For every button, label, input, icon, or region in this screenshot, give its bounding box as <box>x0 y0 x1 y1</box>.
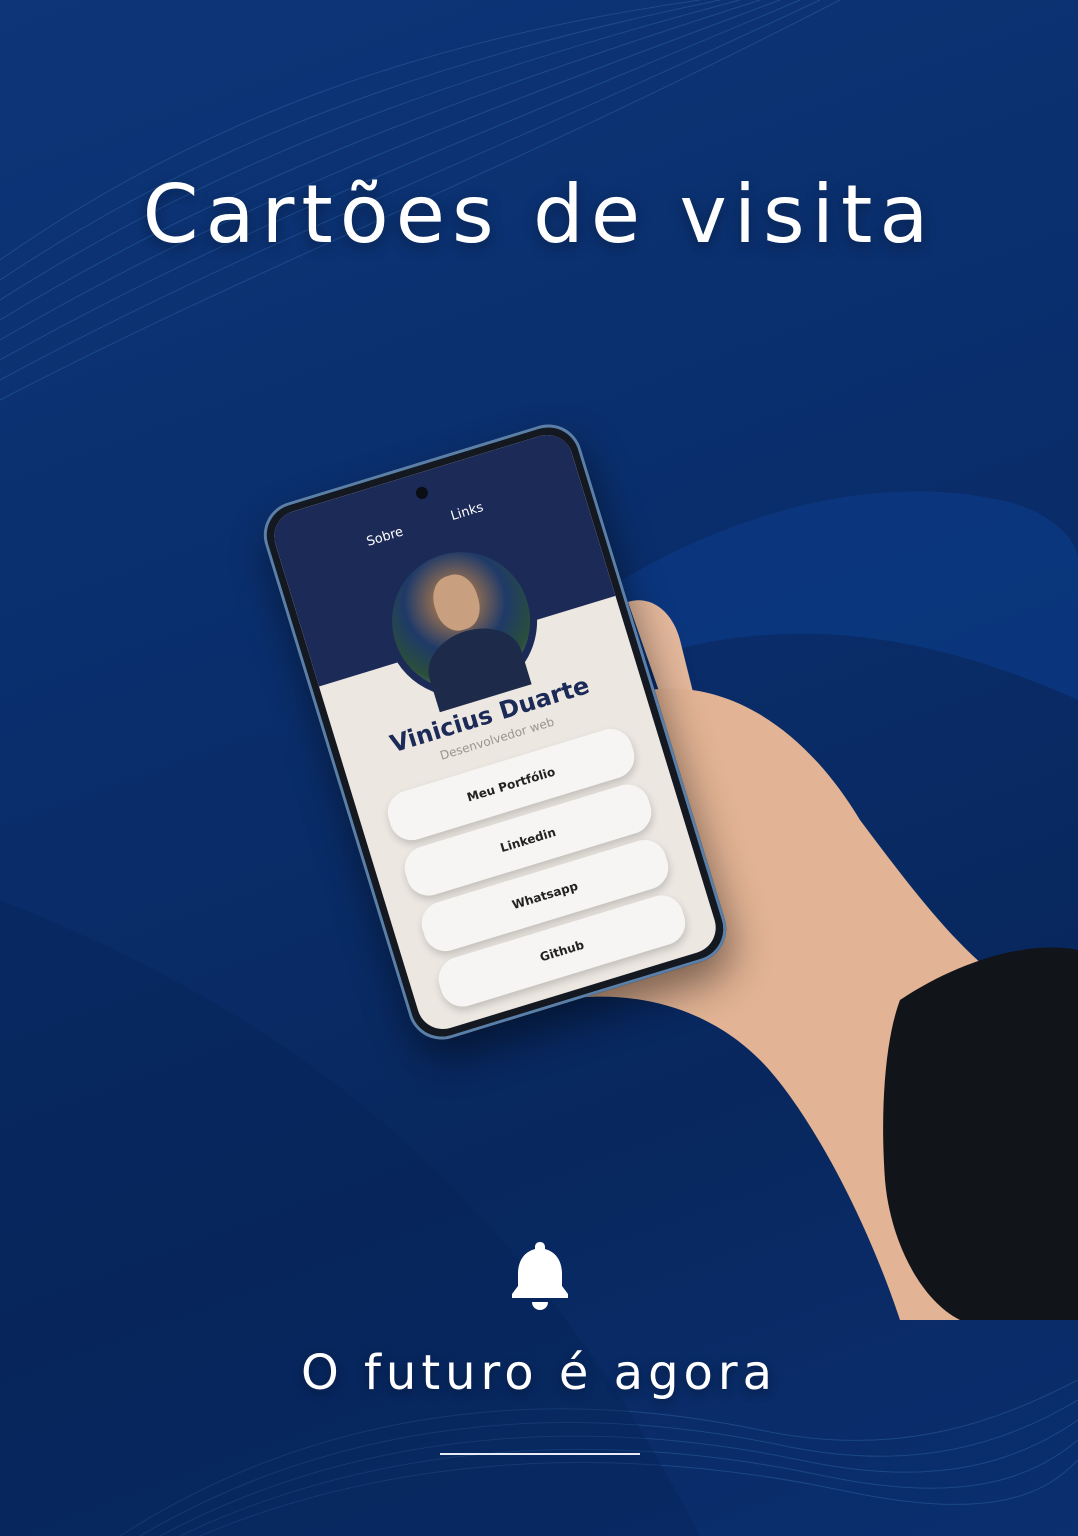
slogan: O futuro é agora <box>300 1345 778 1401</box>
bell-icon <box>512 1242 568 1310</box>
divider <box>440 1453 640 1455</box>
avatar-head <box>427 569 486 636</box>
